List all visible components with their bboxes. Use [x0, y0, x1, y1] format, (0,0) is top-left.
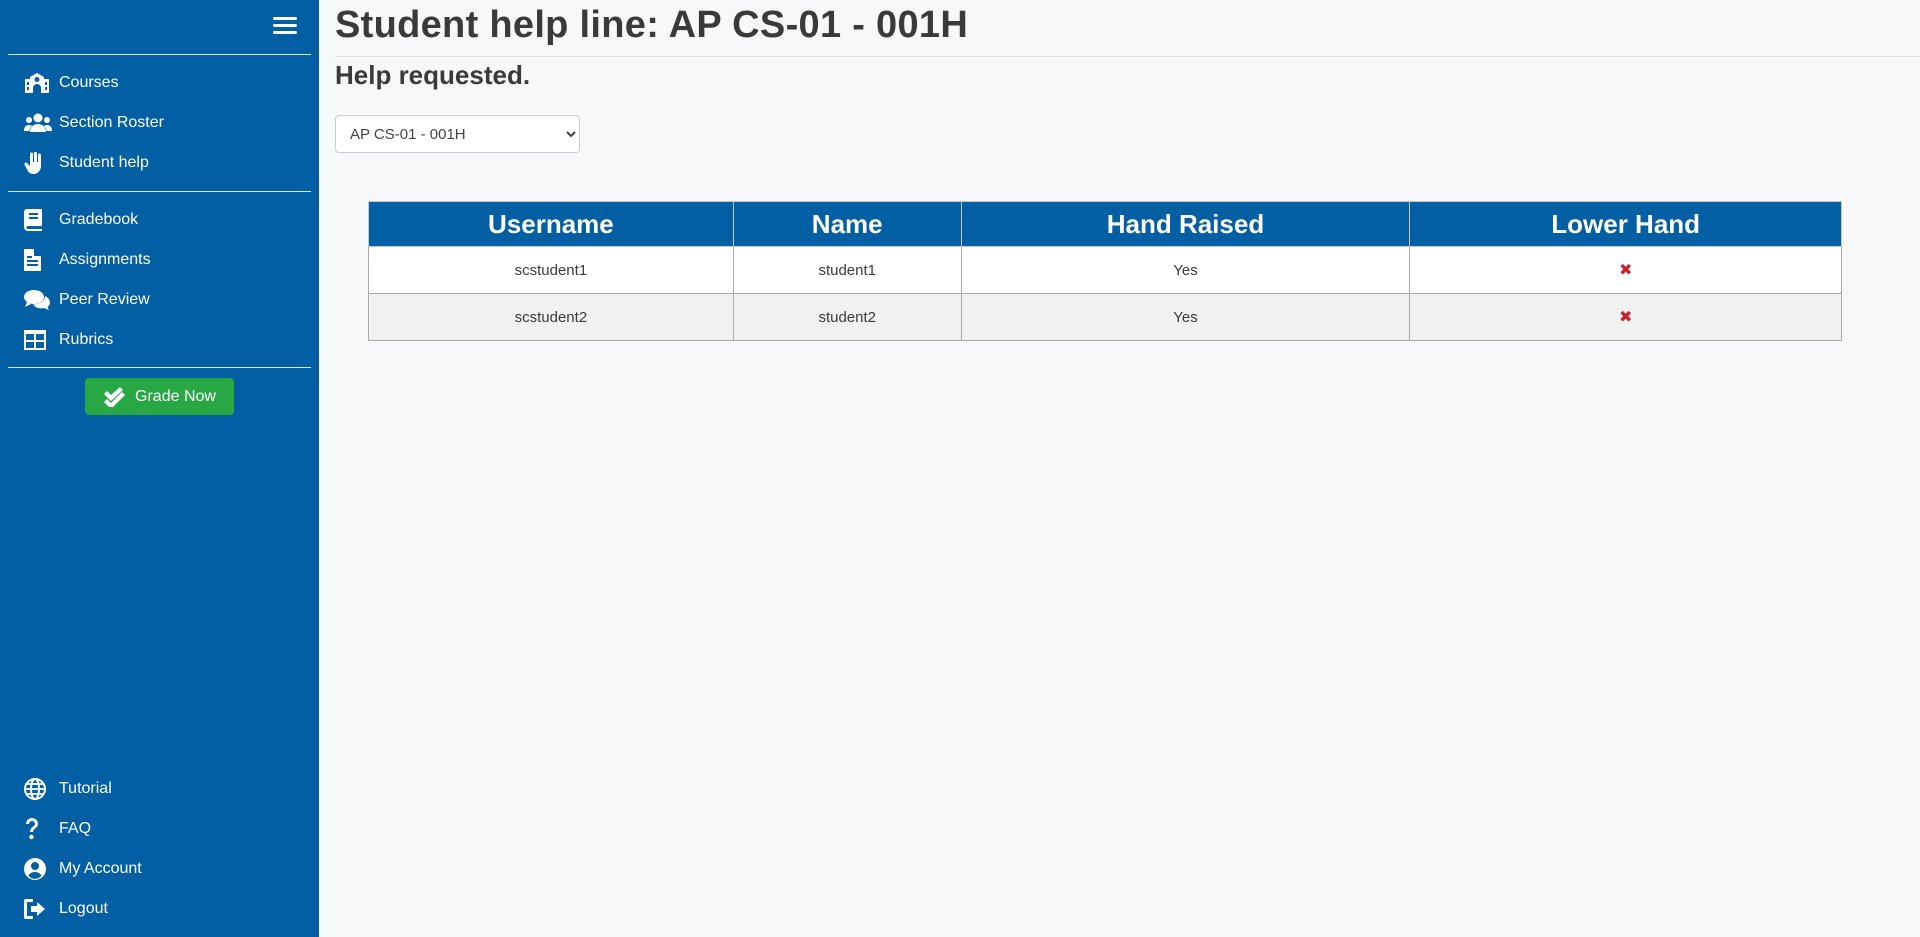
sidebar: Courses Section Roster Student help Grad…: [0, 0, 319, 937]
page-title: Student help line: AP CS-01 - 001H: [335, 4, 969, 46]
column-header-name: Name: [732, 201, 962, 247]
sidebar-item-label: Rubrics: [59, 331, 114, 348]
sidebar-item-label: FAQ: [59, 820, 92, 837]
sidebar-item-gradebook[interactable]: Gradebook: [24, 205, 138, 235]
sidebar-item-label: Peer Review: [59, 291, 150, 308]
username-cell: scstudent1: [368, 246, 734, 294]
sidebar-item-faq[interactable]: FAQ: [24, 814, 91, 844]
sidebar-item-label: Courses: [59, 74, 119, 91]
sidebar-item-label: Assignments: [59, 251, 151, 268]
document-icon: [24, 249, 52, 271]
school-icon: [24, 72, 52, 94]
sidebar-item-section-roster[interactable]: Section Roster: [24, 108, 164, 138]
table-row: scstudent1 student1 Yes ✖: [368, 246, 1842, 294]
user-circle-icon: [24, 858, 52, 880]
sidebar-item-label: Student help: [59, 154, 149, 171]
main-content: Student help line: AP CS-01 - 001H Help …: [319, 0, 1920, 937]
column-header-hand-raised: Hand Raised: [960, 201, 1411, 247]
grid-icon: [24, 329, 52, 351]
sign-out-icon: [24, 898, 52, 920]
book-icon: [24, 209, 52, 231]
sidebar-divider: [8, 191, 311, 192]
hand-raised-cell: Yes: [960, 246, 1411, 294]
sidebar-item-tutorial[interactable]: Tutorial: [24, 774, 112, 804]
grade-now-button[interactable]: Grade Now: [85, 378, 234, 415]
sidebar-item-label: Tutorial: [59, 780, 112, 797]
table-row: scstudent2 student2 Yes ✖: [368, 293, 1842, 341]
sidebar-item-logout[interactable]: Logout: [24, 894, 108, 924]
sidebar-item-courses[interactable]: Courses: [24, 68, 119, 98]
hamburger-menu-icon[interactable]: [273, 17, 297, 37]
name-cell: student2: [732, 293, 962, 341]
users-icon: [24, 112, 52, 134]
sidebar-item-label: Logout: [59, 900, 108, 917]
column-header-username: Username: [368, 201, 734, 247]
sidebar-divider: [8, 54, 311, 55]
question-icon: [24, 818, 52, 840]
lower-hand-cell: ✖: [1409, 246, 1842, 294]
globe-icon: [24, 778, 52, 800]
title-divider: [335, 56, 1920, 57]
username-cell: scstudent2: [368, 293, 734, 341]
column-header-lower-hand: Lower Hand: [1409, 201, 1842, 247]
table-header-row: Username Name Hand Raised Lower Hand: [368, 201, 1842, 247]
raised-hand-icon: [24, 152, 52, 174]
comments-icon: [24, 289, 52, 311]
grade-now-label: Grade Now: [135, 387, 216, 405]
double-check-icon: [103, 386, 126, 407]
sidebar-item-label: My Account: [59, 860, 142, 877]
page-subtitle: Help requested.: [335, 60, 531, 90]
sidebar-item-my-account[interactable]: My Account: [24, 854, 142, 884]
sidebar-divider: [8, 367, 311, 368]
sidebar-item-peer-review[interactable]: Peer Review: [24, 285, 150, 315]
sidebar-item-label: Section Roster: [59, 114, 164, 131]
section-select[interactable]: AP CS-01 - 001H: [335, 115, 580, 153]
name-cell: student1: [732, 246, 962, 294]
lower-hand-close-icon[interactable]: ✖: [1619, 262, 1632, 279]
sidebar-item-label: Gradebook: [59, 211, 139, 228]
sidebar-item-rubrics[interactable]: Rubrics: [24, 325, 113, 355]
lower-hand-cell: ✖: [1409, 293, 1842, 341]
help-requests-table: Username Name Hand Raised Lower Hand scs…: [368, 201, 1842, 341]
lower-hand-close-icon[interactable]: ✖: [1619, 309, 1632, 326]
sidebar-item-student-help[interactable]: Student help: [24, 148, 149, 178]
hand-raised-cell: Yes: [960, 293, 1411, 341]
sidebar-item-assignments[interactable]: Assignments: [24, 245, 151, 275]
